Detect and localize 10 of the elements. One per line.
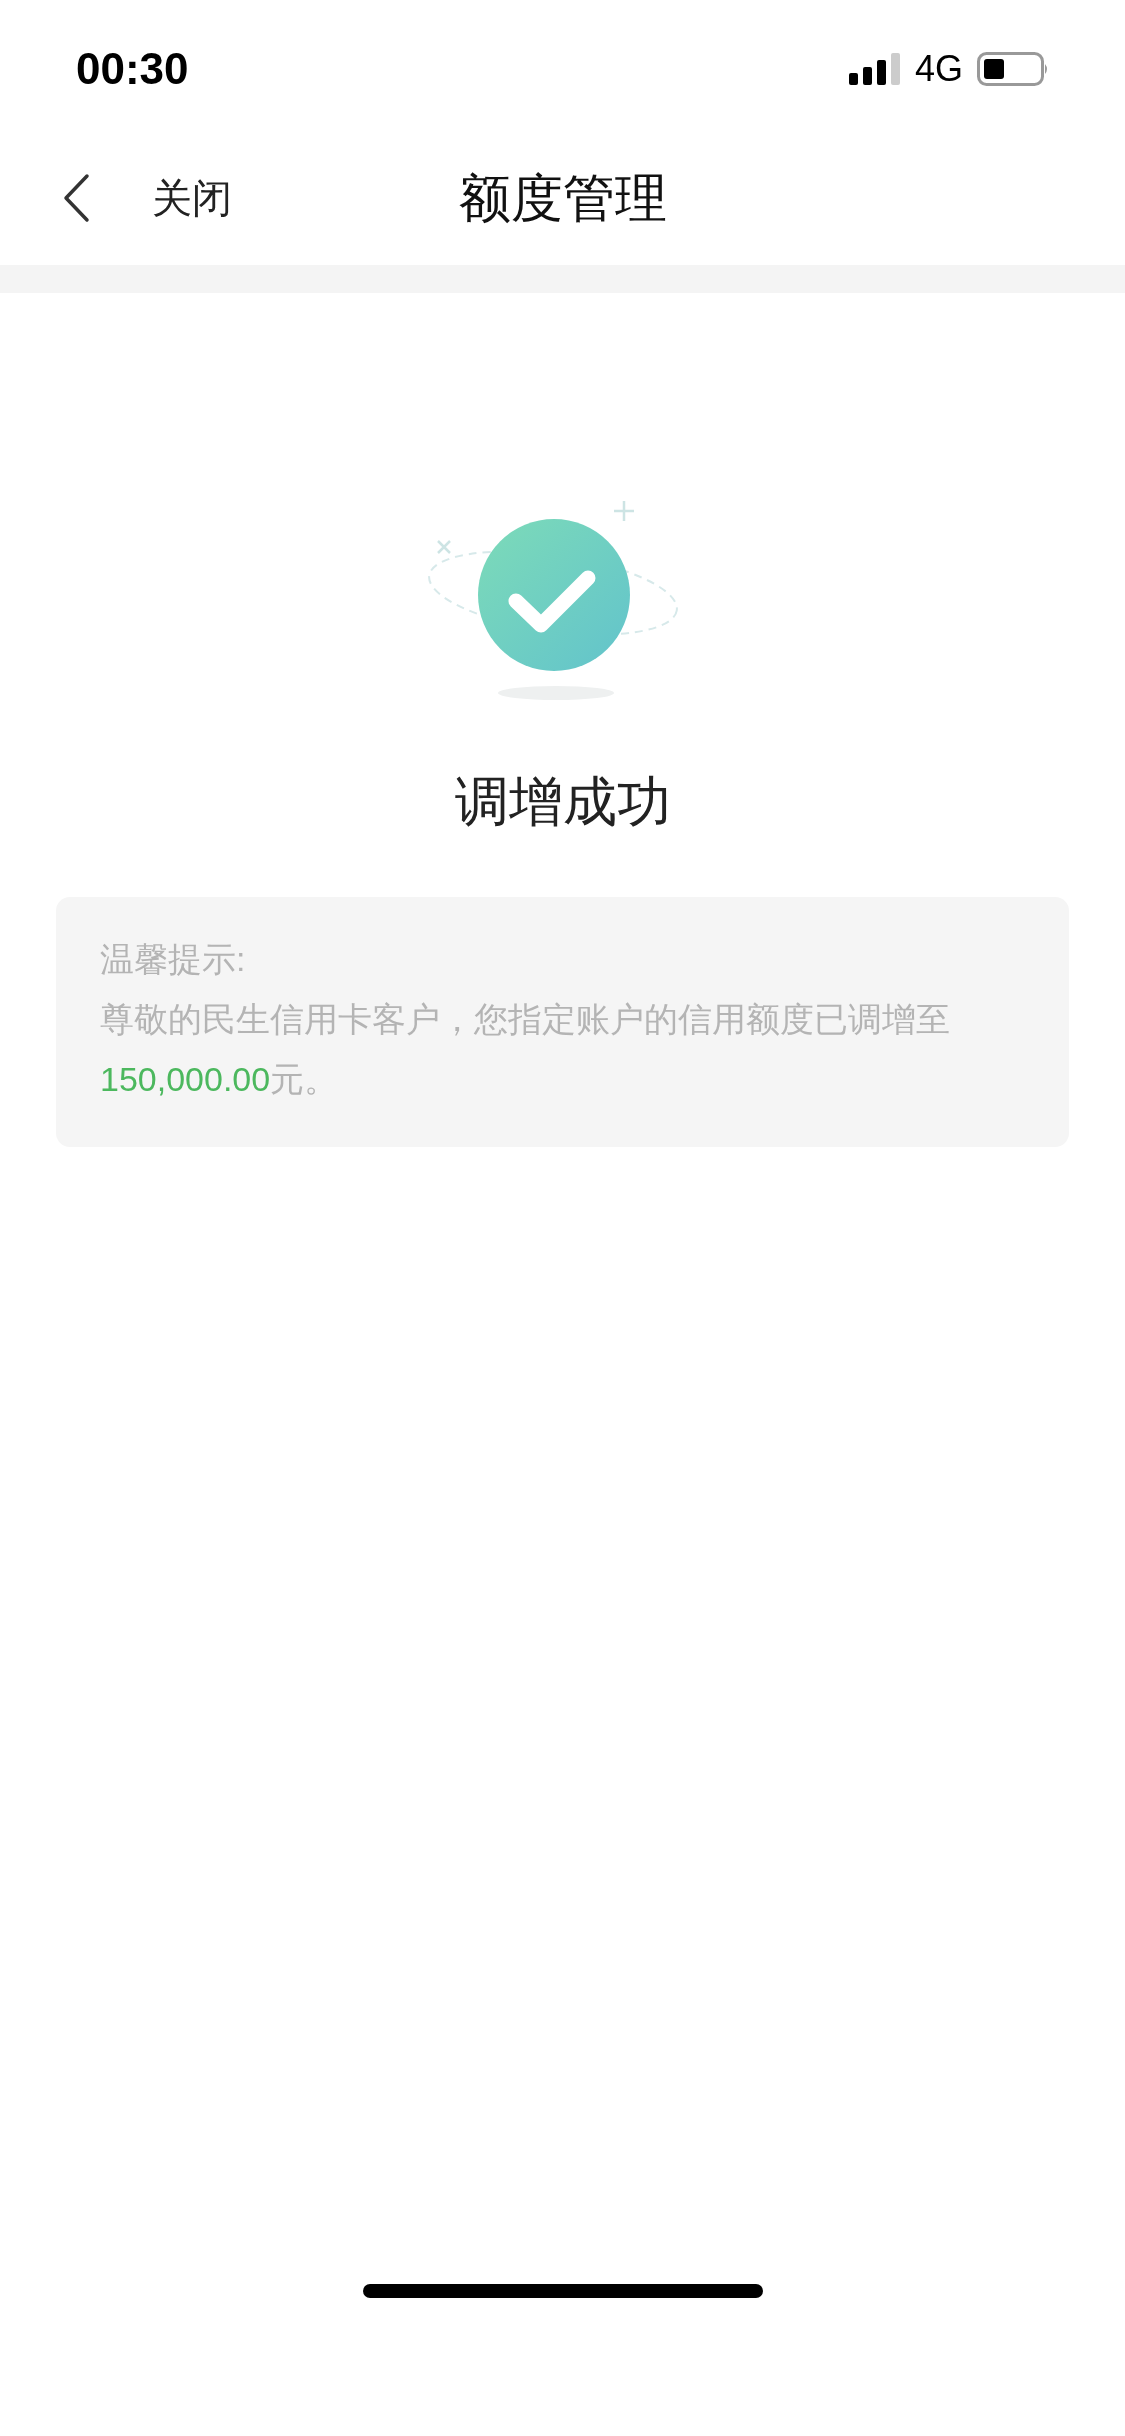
battery-icon — [977, 52, 1049, 86]
status-time: 00:30 — [76, 43, 189, 95]
notice-message: 尊敬的民生信用卡客户，您指定账户的信用额度已调增至 150,000.00元。 — [100, 999, 951, 1100]
page-title: 额度管理 — [458, 167, 667, 229]
result-title: 调增成功 — [454, 770, 671, 833]
back-chevron-icon — [62, 172, 90, 223]
notice-heading: 温馨提示: — [100, 939, 247, 980]
signal-icon — [848, 53, 901, 85]
back-button[interactable]: 关闭 — [0, 167, 232, 228]
network-label: 4G — [914, 47, 963, 91]
